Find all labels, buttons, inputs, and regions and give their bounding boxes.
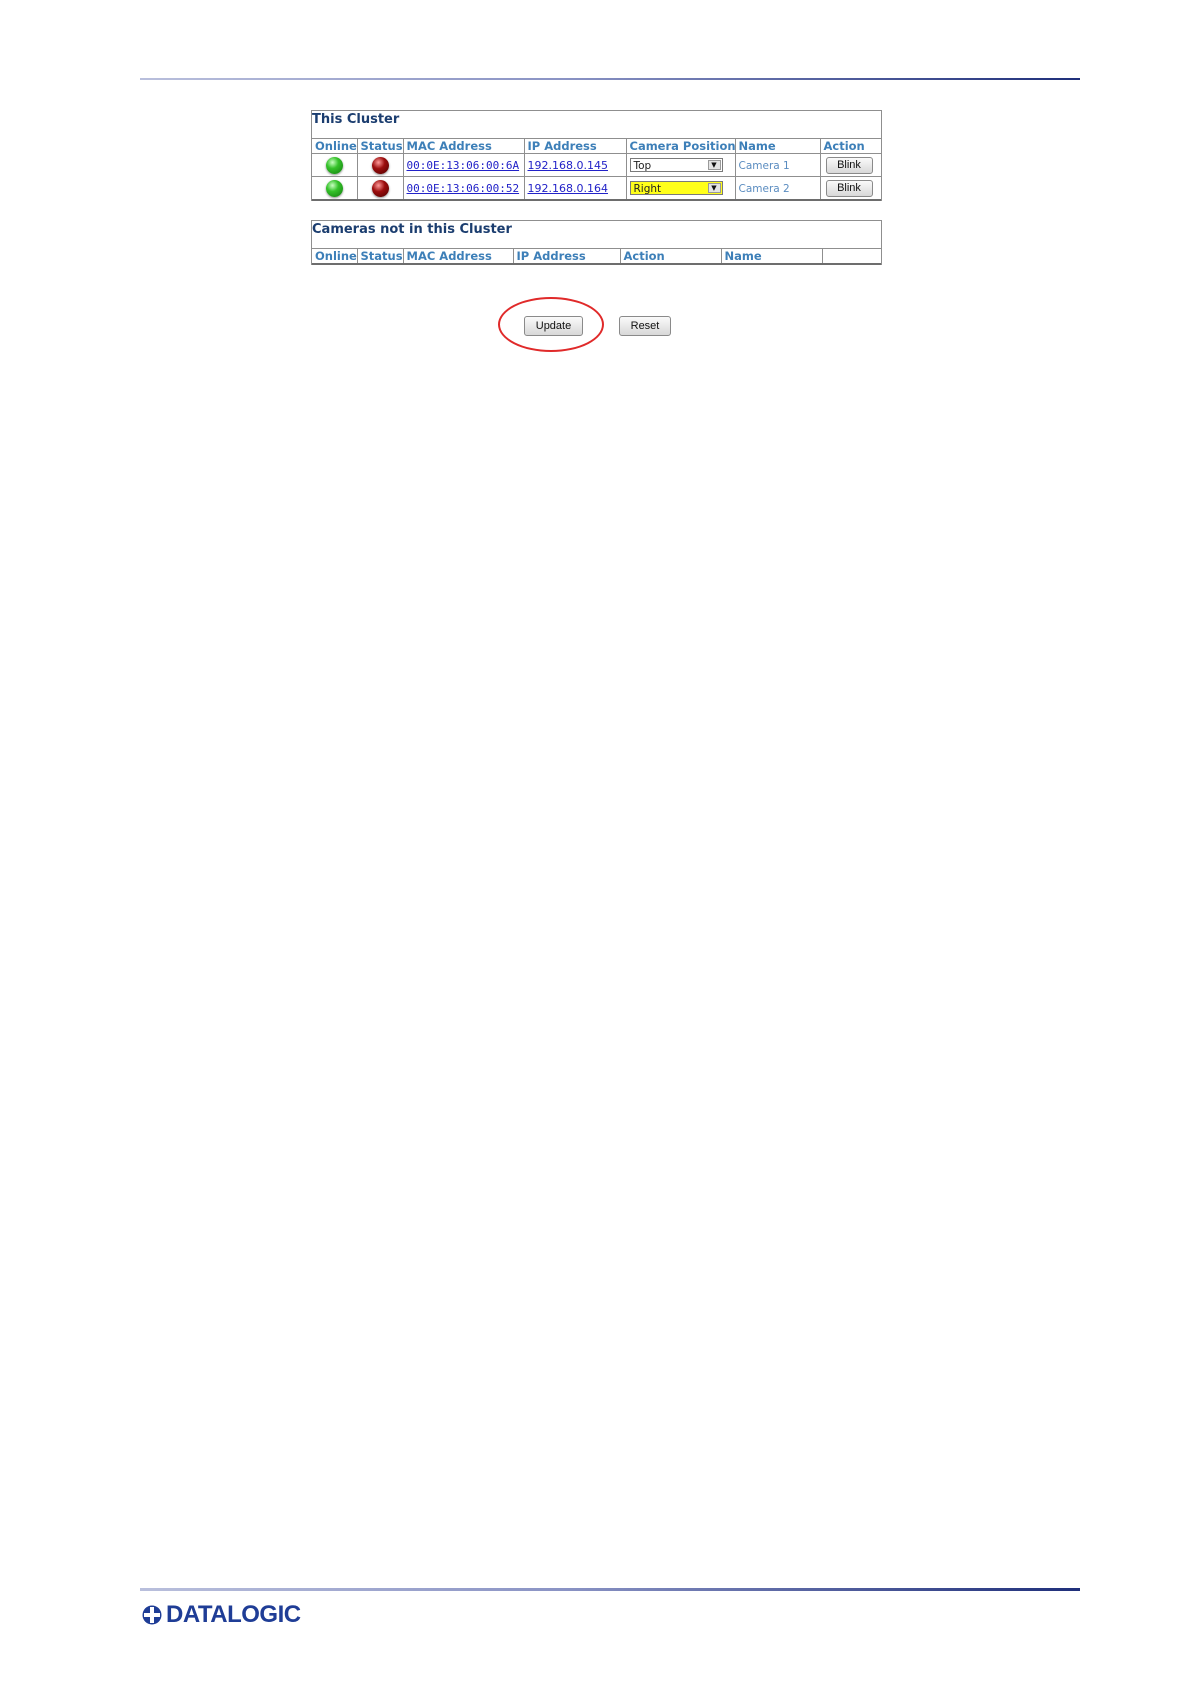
col-online: Online xyxy=(312,138,357,154)
col-empty xyxy=(821,248,881,264)
datalogic-logo: DATALOGIC xyxy=(141,1601,301,1628)
update-button[interactable]: Update xyxy=(524,316,583,336)
datalogic-mark-icon xyxy=(142,1605,162,1625)
table-row: 00:0E:13:06:00:6A 192.168.0.145 Top ▼ Ca… xyxy=(312,153,881,177)
col-online: Online xyxy=(312,248,357,264)
not-in-cluster-title: Cameras not in this Cluster xyxy=(312,222,512,237)
table-header-row: Online Status MAC Address IP Address Cam… xyxy=(312,138,881,154)
online-cell xyxy=(312,153,357,177)
camera-name: Camera 2 xyxy=(738,182,790,195)
not-in-cluster-table: Online Status MAC Address IP Address Act… xyxy=(312,248,881,265)
camera-position-value: Right xyxy=(633,183,662,195)
col-ip-address: IP Address xyxy=(523,138,626,154)
ip-cell: 192.168.0.145 xyxy=(523,153,626,177)
reset-button[interactable]: Reset xyxy=(619,316,671,336)
action-cell: Blink xyxy=(819,176,881,200)
camera-position-select[interactable]: Top ▼ xyxy=(629,158,723,172)
not-in-cluster-panel: Cameras not in this Cluster Online Statu… xyxy=(311,220,882,265)
dropdown-arrow-icon[interactable]: ▼ xyxy=(707,183,721,193)
footer-rule xyxy=(140,1588,1080,1591)
col-status: Status xyxy=(356,138,403,154)
position-cell: Top ▼ xyxy=(625,153,735,177)
action-cell: Blink xyxy=(819,153,881,177)
status-cell xyxy=(356,176,403,200)
online-led-icon xyxy=(325,179,343,197)
name-cell: Camera 1 xyxy=(734,153,820,177)
col-status: Status xyxy=(356,248,403,264)
mac-address-link[interactable]: 00:0E:13:06:00:52 xyxy=(407,182,520,195)
online-led-icon xyxy=(325,156,343,174)
online-cell xyxy=(312,176,357,200)
this-cluster-title: This Cluster xyxy=(312,112,400,127)
ip-address-link[interactable]: 192.168.0.145 xyxy=(528,159,608,172)
datalogic-wordmark: DATALOGIC xyxy=(166,1601,301,1628)
blink-button[interactable]: Blink xyxy=(825,156,873,174)
dropdown-arrow-icon[interactable]: ▼ xyxy=(707,160,721,170)
status-cell xyxy=(356,153,403,177)
ip-cell: 192.168.0.164 xyxy=(523,176,626,200)
name-cell: Camera 2 xyxy=(734,176,820,200)
ip-address-link[interactable]: 192.168.0.164 xyxy=(528,182,608,195)
col-mac-address: MAC Address xyxy=(402,248,513,264)
status-led-icon xyxy=(371,179,389,197)
this-cluster-panel: This Cluster Online Status MAC Address I… xyxy=(311,110,882,201)
mac-address-link[interactable]: 00:0E:13:06:00:6A xyxy=(407,159,520,172)
col-mac-address: MAC Address xyxy=(402,138,524,154)
camera-name: Camera 1 xyxy=(738,159,790,172)
col-ip-address: IP Address xyxy=(512,248,620,264)
col-action: Action xyxy=(819,138,881,154)
mac-cell: 00:0E:13:06:00:6A xyxy=(402,153,524,177)
table-row: 00:0E:13:06:00:52 192.168.0.164 Right ▼ … xyxy=(312,176,881,200)
mac-cell: 00:0E:13:06:00:52 xyxy=(402,176,524,200)
position-cell: Right ▼ xyxy=(625,176,735,200)
camera-position-select[interactable]: Right ▼ xyxy=(629,181,723,195)
col-name: Name xyxy=(720,248,822,264)
camera-position-value: Top xyxy=(633,160,652,172)
col-camera-position: Camera Position xyxy=(625,138,735,154)
blink-button[interactable]: Blink xyxy=(825,179,873,197)
col-action: Action xyxy=(619,248,721,264)
table-header-row: Online Status MAC Address IP Address Act… xyxy=(312,248,881,264)
header-rule xyxy=(140,78,1080,80)
status-led-icon xyxy=(371,156,389,174)
col-name: Name xyxy=(734,138,820,154)
this-cluster-table: Online Status MAC Address IP Address Cam… xyxy=(312,138,881,201)
